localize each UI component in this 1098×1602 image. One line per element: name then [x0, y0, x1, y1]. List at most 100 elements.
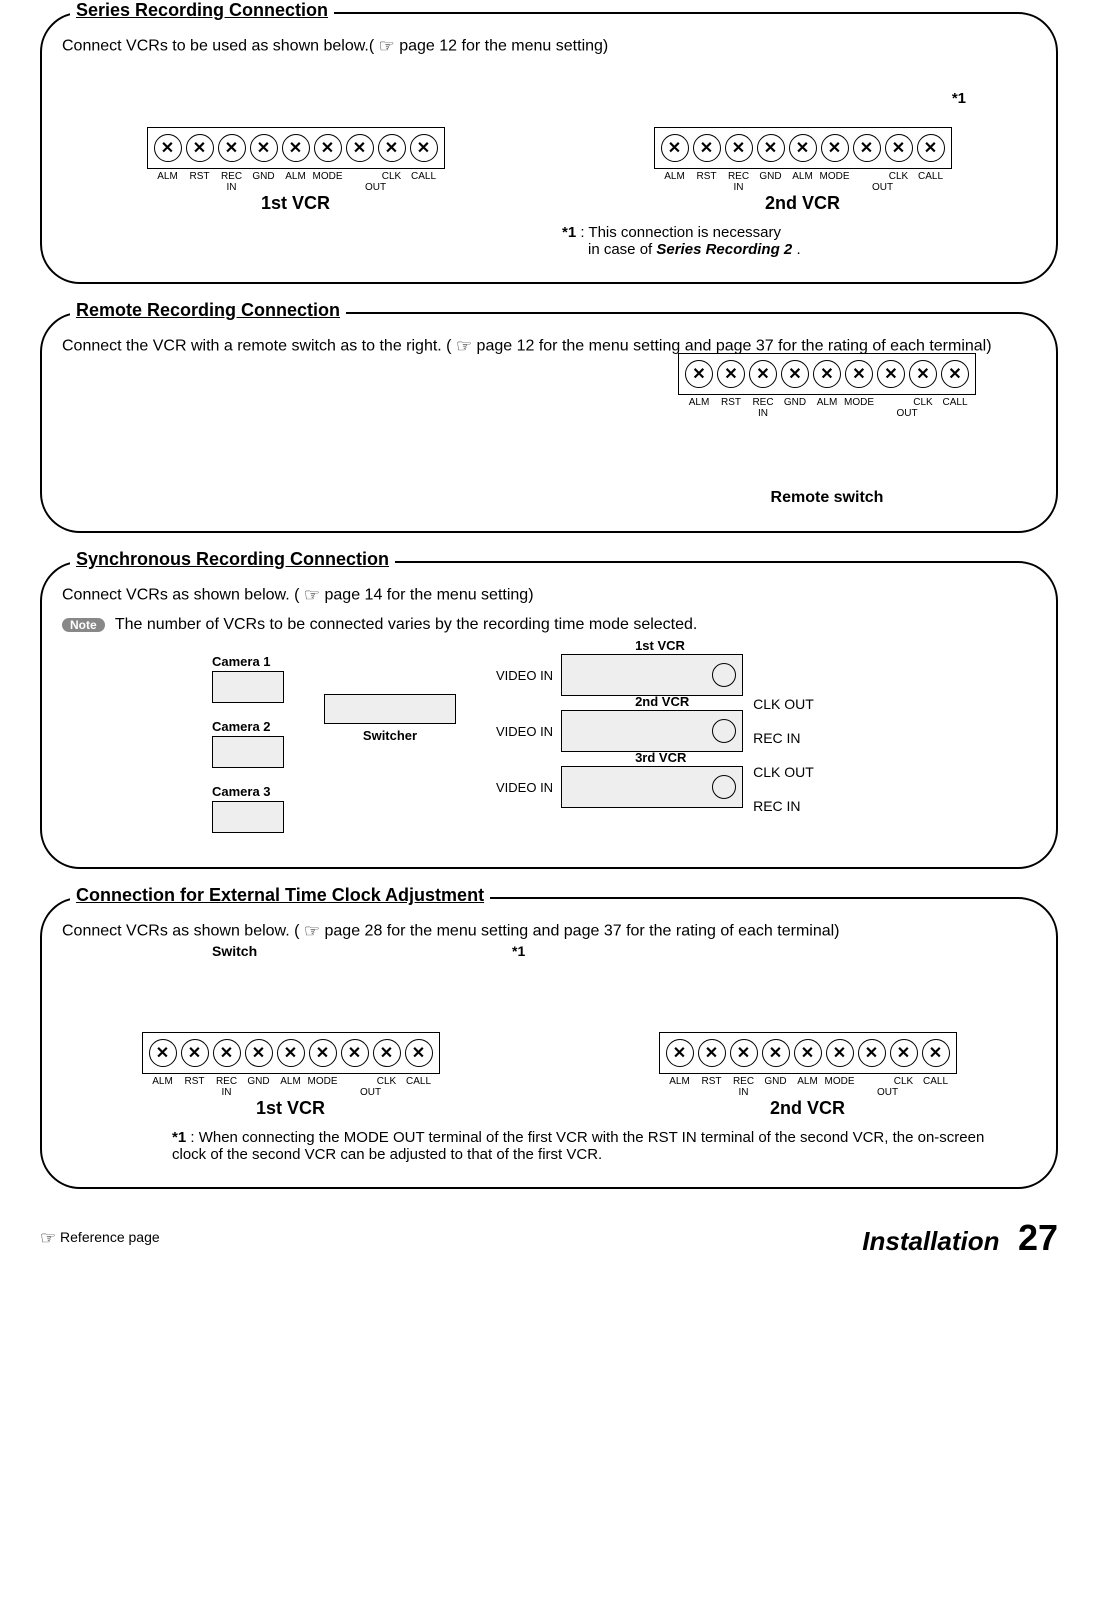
footnote-label: *1 [172, 1129, 186, 1146]
label: OUT [856, 1087, 920, 1098]
text: Connect VCRs as shown below. ( [62, 923, 299, 940]
vcr-block: ✕✕✕✕✕✕✕✕✕ ALMRSTRECGNDALMMODECLKCALL INO… [678, 353, 976, 507]
text: Connect the VCR with a remote switch as … [62, 338, 452, 355]
sublabel-row: INOUT [715, 408, 939, 419]
instruction-text: Connect VCRs to be used as shown below.(… [62, 36, 1036, 57]
text-italic: Series Recording 2 [656, 241, 792, 258]
vcr-unit: 1st VCR [561, 654, 743, 696]
screw-terminal-icon: ✕ [885, 134, 913, 162]
section-title: Series Recording Connection [70, 0, 334, 21]
star-marker: *1 [952, 90, 966, 107]
section-title: Remote Recording Connection [70, 300, 346, 321]
screw-terminal-icon: ✕ [725, 134, 753, 162]
screw-terminal-icon: ✕ [845, 360, 873, 388]
label: RST [715, 397, 747, 408]
star-marker: *1 [512, 943, 525, 959]
remote-switch-label: Remote switch [771, 489, 884, 507]
label: RST [184, 171, 216, 182]
terminal-strips-row: ✕✕✕✕✕✕✕✕✕ ALMRSTRECGNDALMMODECLKCALL INO… [62, 127, 1036, 214]
footnote: *1 : When connecting the MODE OUT termin… [172, 1129, 1016, 1163]
label: OUT [851, 182, 915, 193]
label: OUT [875, 408, 939, 419]
vcr-box-icon [561, 654, 743, 696]
label: ALM [787, 171, 819, 182]
label: ALM [280, 171, 312, 182]
label: GND [760, 1076, 792, 1087]
label: ALM [664, 1076, 696, 1087]
terminal-strip: ✕✕✕✕✕✕✕✕✕ [659, 1032, 957, 1074]
screw-terminal-icon: ✕ [813, 360, 841, 388]
label: CLK [907, 397, 939, 408]
label [856, 1076, 888, 1087]
label: ALM [792, 1076, 824, 1087]
camera-label: Camera 3 [212, 784, 284, 799]
section-external-clock: Connection for External Time Clock Adjus… [40, 897, 1058, 1189]
label: CLK [888, 1076, 920, 1087]
vcr-label: 2nd VCR [770, 1098, 845, 1119]
text: : When connecting the MODE OUT terminal … [172, 1129, 984, 1163]
text: page 28 for the menu setting and page 37… [325, 923, 840, 940]
note-badge: Note [62, 618, 105, 632]
screw-terminal-icon: ✕ [781, 360, 809, 388]
dial-icon [712, 663, 736, 687]
screw-terminal-icon: ✕ [941, 360, 969, 388]
sync-diagram: Camera 1 Camera 2 Camera 3 Switcher VIDE… [212, 654, 1036, 833]
rec-in-label: REC IN [753, 798, 814, 814]
clk-out-label: CLK OUT [753, 764, 814, 780]
label: IN [211, 1087, 243, 1098]
label: CLK [376, 171, 408, 182]
camera-icon [212, 801, 284, 833]
screw-terminal-icon: ✕ [909, 360, 937, 388]
label: GND [755, 171, 787, 182]
vcr2-block: ✕✕✕✕✕✕✕✕✕ ALMRSTRECGNDALMMODECLKCALL INO… [654, 127, 952, 214]
label: ALM [275, 1076, 307, 1087]
video-in-label: VIDEO IN [496, 780, 553, 795]
screw-terminal-icon: ✕ [341, 1039, 369, 1067]
sec4-diagram: ✕✕✕✕✕✕✕✕✕ ALMRSTRECGNDALMMODECLKCALL INO… [62, 1032, 1036, 1119]
screw-terminal-icon: ✕ [405, 1039, 433, 1067]
screw-terminal-icon: ✕ [213, 1039, 241, 1067]
vcr-label: 1st VCR [635, 638, 685, 653]
terminal-strip: ✕✕✕✕✕✕✕✕✕ [142, 1032, 440, 1074]
dial-icon [712, 775, 736, 799]
screw-terminal-icon: ✕ [922, 1039, 950, 1067]
label [851, 171, 883, 182]
label: REC [747, 397, 779, 408]
text: : This connection is necessary [580, 224, 781, 241]
label: ALM [659, 171, 691, 182]
screw-terminal-icon: ✕ [346, 134, 374, 162]
vcr2-block: ✕✕✕✕✕✕✕✕✕ ALMRSTRECGNDALMMODECLKCALL INO… [659, 1032, 957, 1119]
screw-terminal-icon: ✕ [378, 134, 406, 162]
vcr-label: 3rd VCR [635, 750, 686, 765]
terminal-labels: ALMRSTRECGNDALMMODECLKCALL [683, 397, 971, 408]
text: in case of [588, 241, 656, 258]
screw-terminal-icon: ✕ [181, 1039, 209, 1067]
label: IN [728, 1087, 760, 1098]
vcr-stack: VIDEO IN 1st VCR VIDEO IN 2nd VCR [496, 654, 743, 833]
sublabel-row: INOUT [691, 182, 915, 193]
label: CALL [920, 1076, 952, 1087]
screw-terminal-icon: ✕ [373, 1039, 401, 1067]
text: . [796, 241, 800, 258]
label: CLK [371, 1076, 403, 1087]
vcr-label: 2nd VCR [635, 694, 689, 709]
screw-terminal-icon: ✕ [693, 134, 721, 162]
screw-terminal-icon: ✕ [789, 134, 817, 162]
pointer-icon: ☞ [456, 336, 472, 357]
camera-block: Camera 1 [212, 654, 284, 703]
screw-terminal-icon: ✕ [218, 134, 246, 162]
vcr1-block: ✕✕✕✕✕✕✕✕✕ ALMRSTRECGNDALMMODECLKCALL INO… [142, 1032, 440, 1119]
vcr-box-icon [561, 710, 743, 752]
switcher-icon [324, 694, 456, 724]
sublabel-row: IN OUT [696, 1087, 920, 1098]
sublabel-row: INOUT [179, 1087, 403, 1098]
text: Connect VCRs as shown below. ( [62, 587, 299, 604]
label: CALL [939, 397, 971, 408]
screw-terminal-icon: ✕ [717, 360, 745, 388]
footer-right: Installation 27 [862, 1217, 1058, 1259]
label: GND [779, 397, 811, 408]
camera-column: Camera 1 Camera 2 Camera 3 [212, 654, 284, 833]
side-labels: CLK OUT REC IN CLK OUT REC IN [753, 696, 814, 833]
dial-icon [712, 719, 736, 743]
instruction-text: Connect VCRs as shown below. ( ☞ page 14… [62, 585, 1036, 606]
